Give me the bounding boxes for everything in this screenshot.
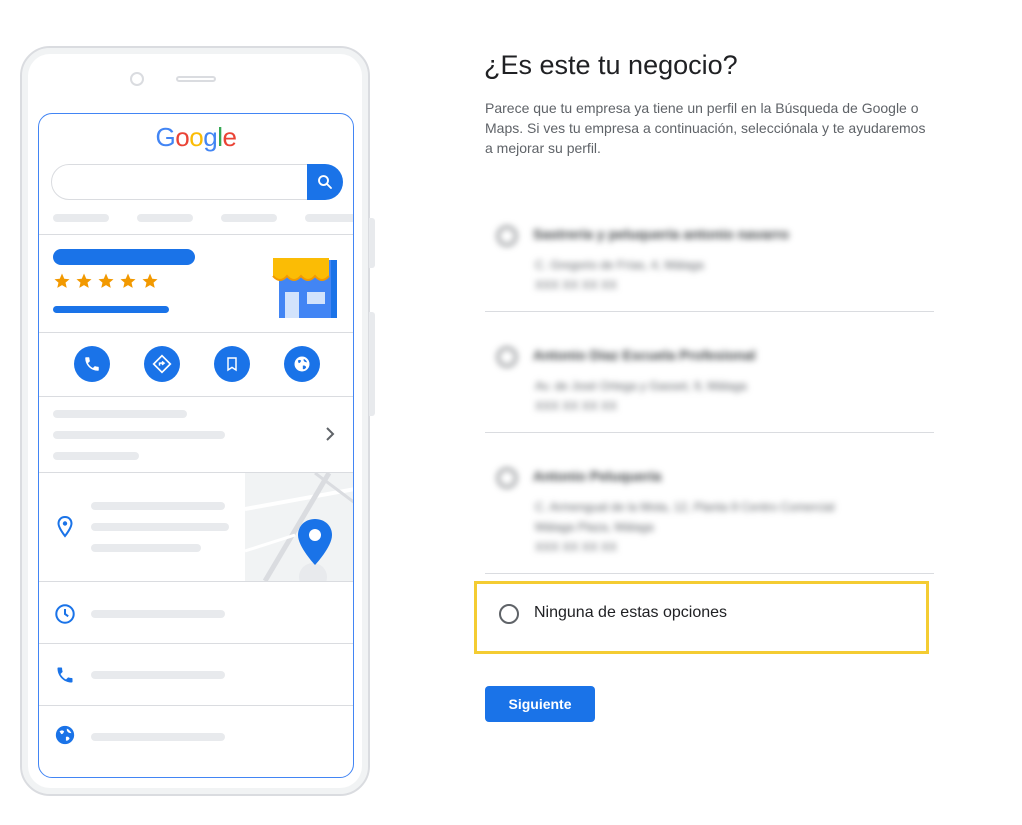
phone-screen: Google bbox=[38, 113, 354, 778]
google-logo: Google bbox=[155, 122, 237, 152]
radio-button[interactable] bbox=[497, 347, 517, 367]
clock-icon bbox=[53, 602, 77, 626]
phone-side-button bbox=[369, 218, 375, 268]
none-option-label[interactable]: Ninguna de estas opciones bbox=[534, 604, 727, 622]
phone-camera bbox=[130, 72, 144, 86]
business-address-line-2: Málaga Plaza, Málaga bbox=[535, 520, 654, 534]
page-description: Parece que tu empresa ya tiene un perfil… bbox=[485, 100, 926, 156]
page-title: ¿Es este tu negocio? bbox=[484, 50, 738, 80]
business-phone: XXX XX XX XX bbox=[535, 278, 618, 292]
search-icon bbox=[307, 164, 343, 200]
phone-speaker bbox=[176, 76, 216, 82]
business-phone: XXX XX XX XX bbox=[535, 540, 618, 554]
business-address: Av. de José Ortega y Gasset, 9, Málaga bbox=[535, 379, 747, 393]
divider bbox=[485, 432, 934, 433]
rating-stars bbox=[53, 272, 159, 290]
storefront-icon bbox=[272, 258, 337, 318]
directions-icon bbox=[144, 346, 180, 382]
business-phone: XXX XX XX XX bbox=[535, 399, 618, 413]
business-name: Antonio Diaz Escuela Profesional bbox=[533, 347, 756, 363]
radio-button[interactable] bbox=[497, 226, 517, 246]
bookmark-icon bbox=[214, 346, 250, 382]
chevron-right-icon bbox=[326, 427, 335, 441]
business-name: Antonio Peluquería bbox=[533, 468, 662, 484]
illustration-search-box bbox=[51, 164, 341, 200]
next-button[interactable]: Siguiente bbox=[485, 686, 595, 722]
phone-icon bbox=[53, 663, 77, 687]
map-thumbnail bbox=[245, 473, 353, 581]
none-option-radio[interactable] bbox=[499, 604, 519, 624]
location-pin-icon bbox=[53, 515, 77, 539]
phone-icon bbox=[74, 346, 110, 382]
radio-button[interactable] bbox=[497, 468, 517, 488]
business-name: Sastrería y peluquería antonio navarro bbox=[533, 226, 789, 242]
business-address: C. Armengual de la Mota, 12, Planta 9 Ce… bbox=[535, 500, 835, 514]
business-address: C. Gregorio de Frías, 4, Málaga bbox=[535, 258, 704, 272]
divider bbox=[485, 311, 934, 312]
business-name-placeholder bbox=[53, 249, 195, 265]
phone-side-button bbox=[369, 312, 375, 416]
globe-icon bbox=[53, 723, 77, 747]
globe-icon bbox=[284, 346, 320, 382]
divider bbox=[485, 573, 934, 574]
